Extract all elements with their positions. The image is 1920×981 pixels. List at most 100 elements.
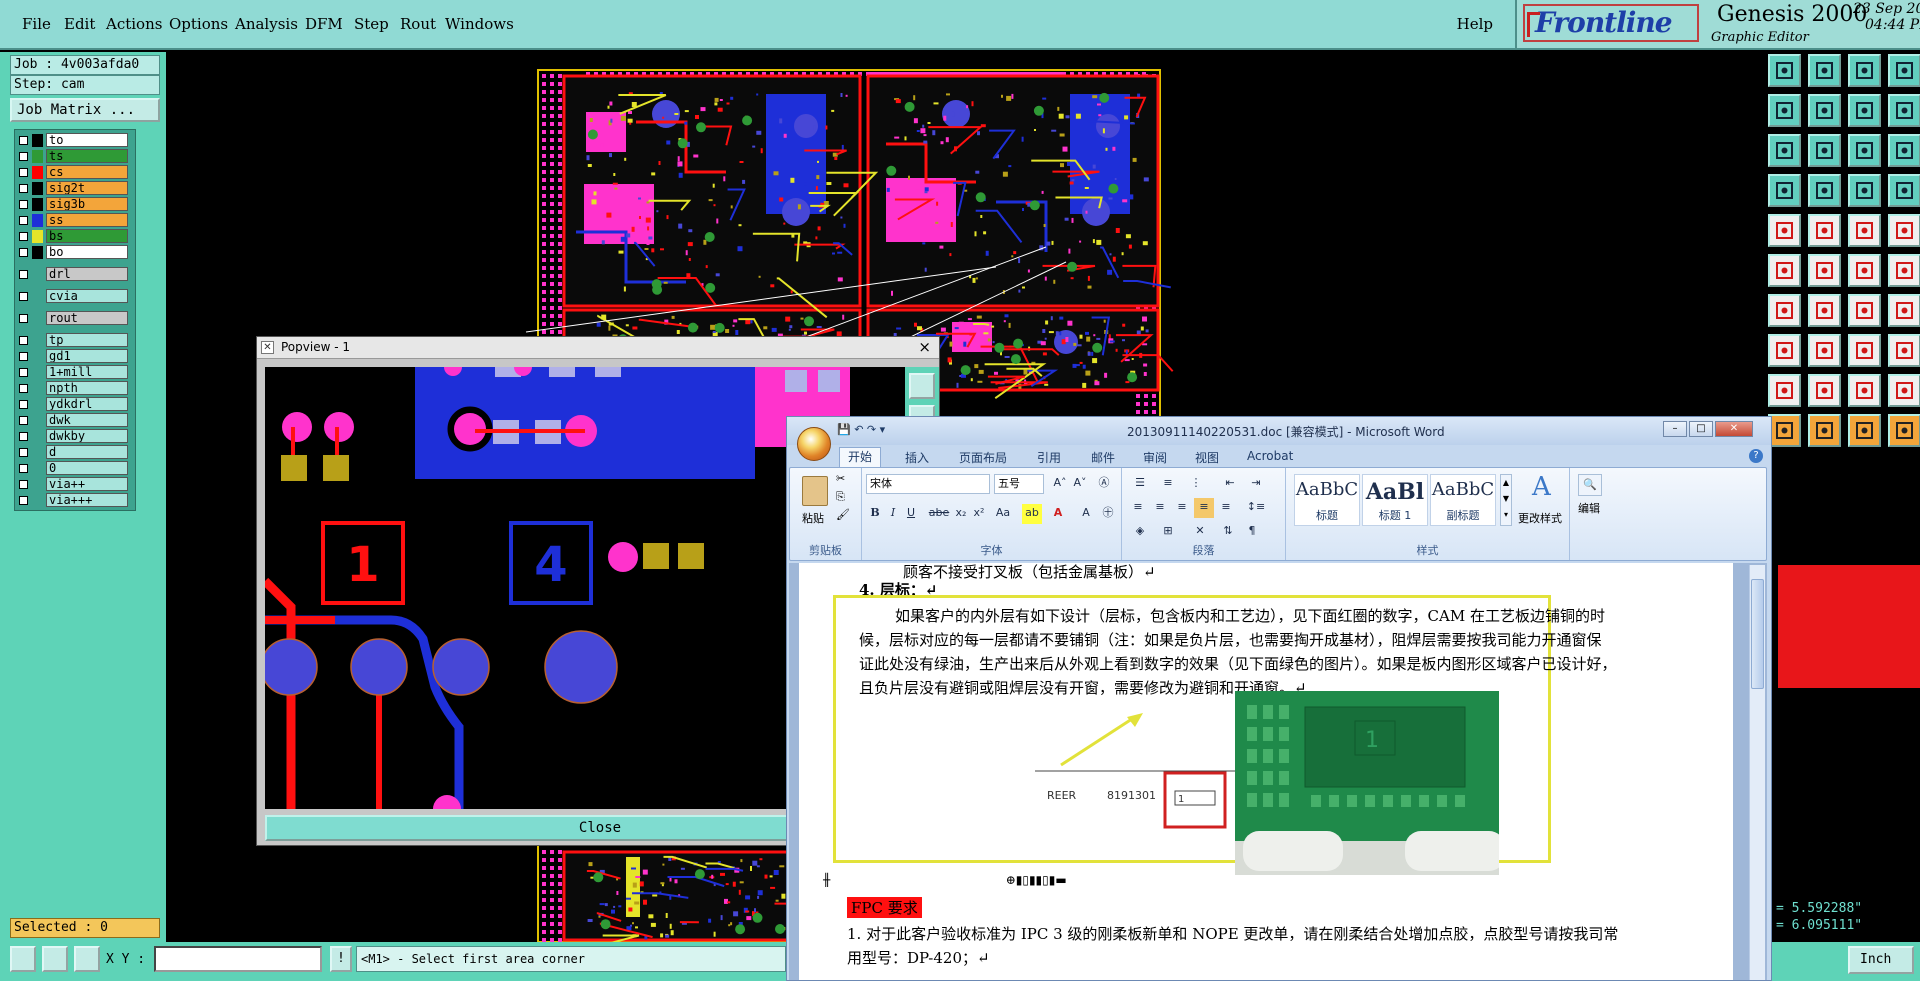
layer-row-npth[interactable]: npth [17,380,133,396]
layer-color-swatch[interactable] [32,461,43,475]
menu-step[interactable]: Step [354,15,389,33]
cross-icon[interactable] [1808,254,1841,287]
quick-access-toolbar[interactable]: 💾 ↶ ↷ ▾ [837,423,885,436]
layer-name[interactable]: dwkby [46,429,128,443]
layer-name[interactable]: 1+mill [46,365,128,379]
multilevel-list-icon[interactable]: ⋮ [1184,474,1208,494]
pan-icon[interactable] [1848,94,1881,127]
tab-review[interactable]: 审阅 [1143,449,1167,466]
layer-row-0[interactable]: 0 [17,460,133,476]
cut-tool-icon[interactable] [1848,254,1881,287]
layer-checkbox[interactable] [19,183,28,193]
xy-input[interactable] [154,946,322,972]
layer-checkbox[interactable] [19,135,28,145]
copy-tool-icon[interactable] [1888,334,1920,367]
layer-name[interactable]: rout [46,311,128,325]
align-right-icon[interactable]: ≡ [1172,498,1192,518]
minimize-button[interactable]: – [1663,421,1687,437]
layer-checkbox[interactable] [19,215,28,225]
menu-edit[interactable]: Edit [64,15,95,33]
editing-button[interactable]: 编辑 [1578,500,1600,516]
net-icon[interactable] [1808,174,1841,207]
layer-row-ss[interactable]: ss [17,212,133,228]
layer-row-cs[interactable]: cs [17,164,133,180]
layer-row-d[interactable]: d [17,444,133,460]
grow-font-icon[interactable]: A˄ [1050,474,1070,494]
menu-file[interactable]: File [22,15,51,33]
open-icon[interactable] [1768,54,1801,87]
justify-icon[interactable]: ≡ [1194,498,1214,518]
layer-checkbox[interactable] [19,431,28,441]
grid-tool-icon[interactable] [1848,334,1881,367]
decrease-indent-icon[interactable]: ⇤ [1218,474,1242,494]
layer-checkbox[interactable] [19,269,28,279]
change-styles-icon[interactable]: A [1532,472,1551,502]
tab-mailings[interactable]: 邮件 [1091,449,1115,466]
layer-name[interactable]: drl [46,267,128,281]
clear-format-icon[interactable]: Ⓐ [1094,474,1114,494]
tab-insert[interactable]: 插入 [905,449,929,466]
layer-checkbox[interactable] [19,199,28,209]
borders-icon[interactable]: ⊞ [1156,522,1180,542]
layer-name[interactable]: npth [46,381,128,395]
tab-view[interactable]: 视图 [1195,449,1219,466]
paste-button[interactable]: 粘贴 [802,510,824,526]
layer-checkbox[interactable] [19,463,28,473]
enclose-char-icon[interactable]: ㊉ [1098,504,1118,524]
unit-button[interactable]: Inch [1848,946,1914,974]
layer-checkbox[interactable] [19,313,28,323]
scale-1-2-icon[interactable] [1848,134,1881,167]
scroll-thumb[interactable] [1751,579,1764,689]
layer-checkbox[interactable] [19,231,28,241]
menu-dfm[interactable]: DFM [305,15,343,33]
arc-icon[interactable] [1888,254,1920,287]
word-titlebar[interactable]: 💾 ↶ ↷ ▾ 20130911140220531.doc [兼容模式] - M… [787,417,1771,445]
layer-name[interactable]: sig3b [46,197,128,211]
layer-color-swatch[interactable] [32,381,43,395]
highlight-icon[interactable]: ab [1022,504,1042,524]
layer-row-gd1[interactable]: gd1 [17,348,133,364]
layer-row-1-mill[interactable]: 1+mill [17,364,133,380]
align-center-icon[interactable]: ≡ [1150,498,1170,518]
zoom-out-icon[interactable] [1808,94,1841,127]
layer-name[interactable]: ydkdrl [46,397,128,411]
draw-line-icon[interactable] [1768,294,1801,327]
layer-name[interactable]: d [46,445,128,459]
bold-icon[interactable]: B [866,504,884,524]
layer-row-to[interactable]: to [17,132,133,148]
menu-analysis[interactable]: Analysis [235,15,298,33]
home-icon[interactable] [1848,54,1881,87]
layer-name[interactable]: dwk [46,413,128,427]
snap-icon[interactable] [1888,54,1920,87]
layer-checkbox[interactable] [19,495,28,505]
layer-color-swatch[interactable] [32,181,43,195]
font-color-icon[interactable]: A [1048,504,1068,524]
pointer-3-icon[interactable] [1848,414,1881,447]
zoom-home-icon[interactable] [1808,134,1841,167]
grid-snap-icon[interactable] [74,946,100,972]
sort-icon[interactable]: ⇅ [1218,522,1238,542]
fill-icon[interactable] [1888,294,1920,327]
layer-checkbox[interactable] [19,291,28,301]
layer-name[interactable]: cvia [46,289,128,303]
layer-color-swatch[interactable] [32,289,43,303]
layer-color-swatch[interactable] [32,413,43,427]
snap-point-icon[interactable] [1768,334,1801,367]
layer-name[interactable]: to [46,133,128,147]
tab-acrobat[interactable]: Acrobat [1247,449,1293,463]
layer-row-via-[interactable]: via++ [17,476,133,492]
layer-checkbox[interactable] [19,167,28,177]
styles-scroll-icon[interactable]: ▲ ▼ ▾ [1500,474,1512,526]
popview-close-icon[interactable]: × [918,337,931,357]
measure-icon[interactable] [42,946,68,972]
layer-color-swatch[interactable] [32,311,43,325]
strikethrough-icon[interactable]: abe [928,504,950,524]
office-button[interactable] [797,427,831,461]
layer-checkbox[interactable] [19,247,28,257]
layers-icon[interactable] [1768,174,1801,207]
job-matrix-button[interactable]: Job Matrix ... [10,98,160,122]
change-styles-button[interactable]: 更改样式 [1518,510,1562,526]
layer-color-swatch[interactable] [32,245,43,259]
layer-checkbox[interactable] [19,447,28,457]
pad-icon[interactable] [1888,174,1920,207]
